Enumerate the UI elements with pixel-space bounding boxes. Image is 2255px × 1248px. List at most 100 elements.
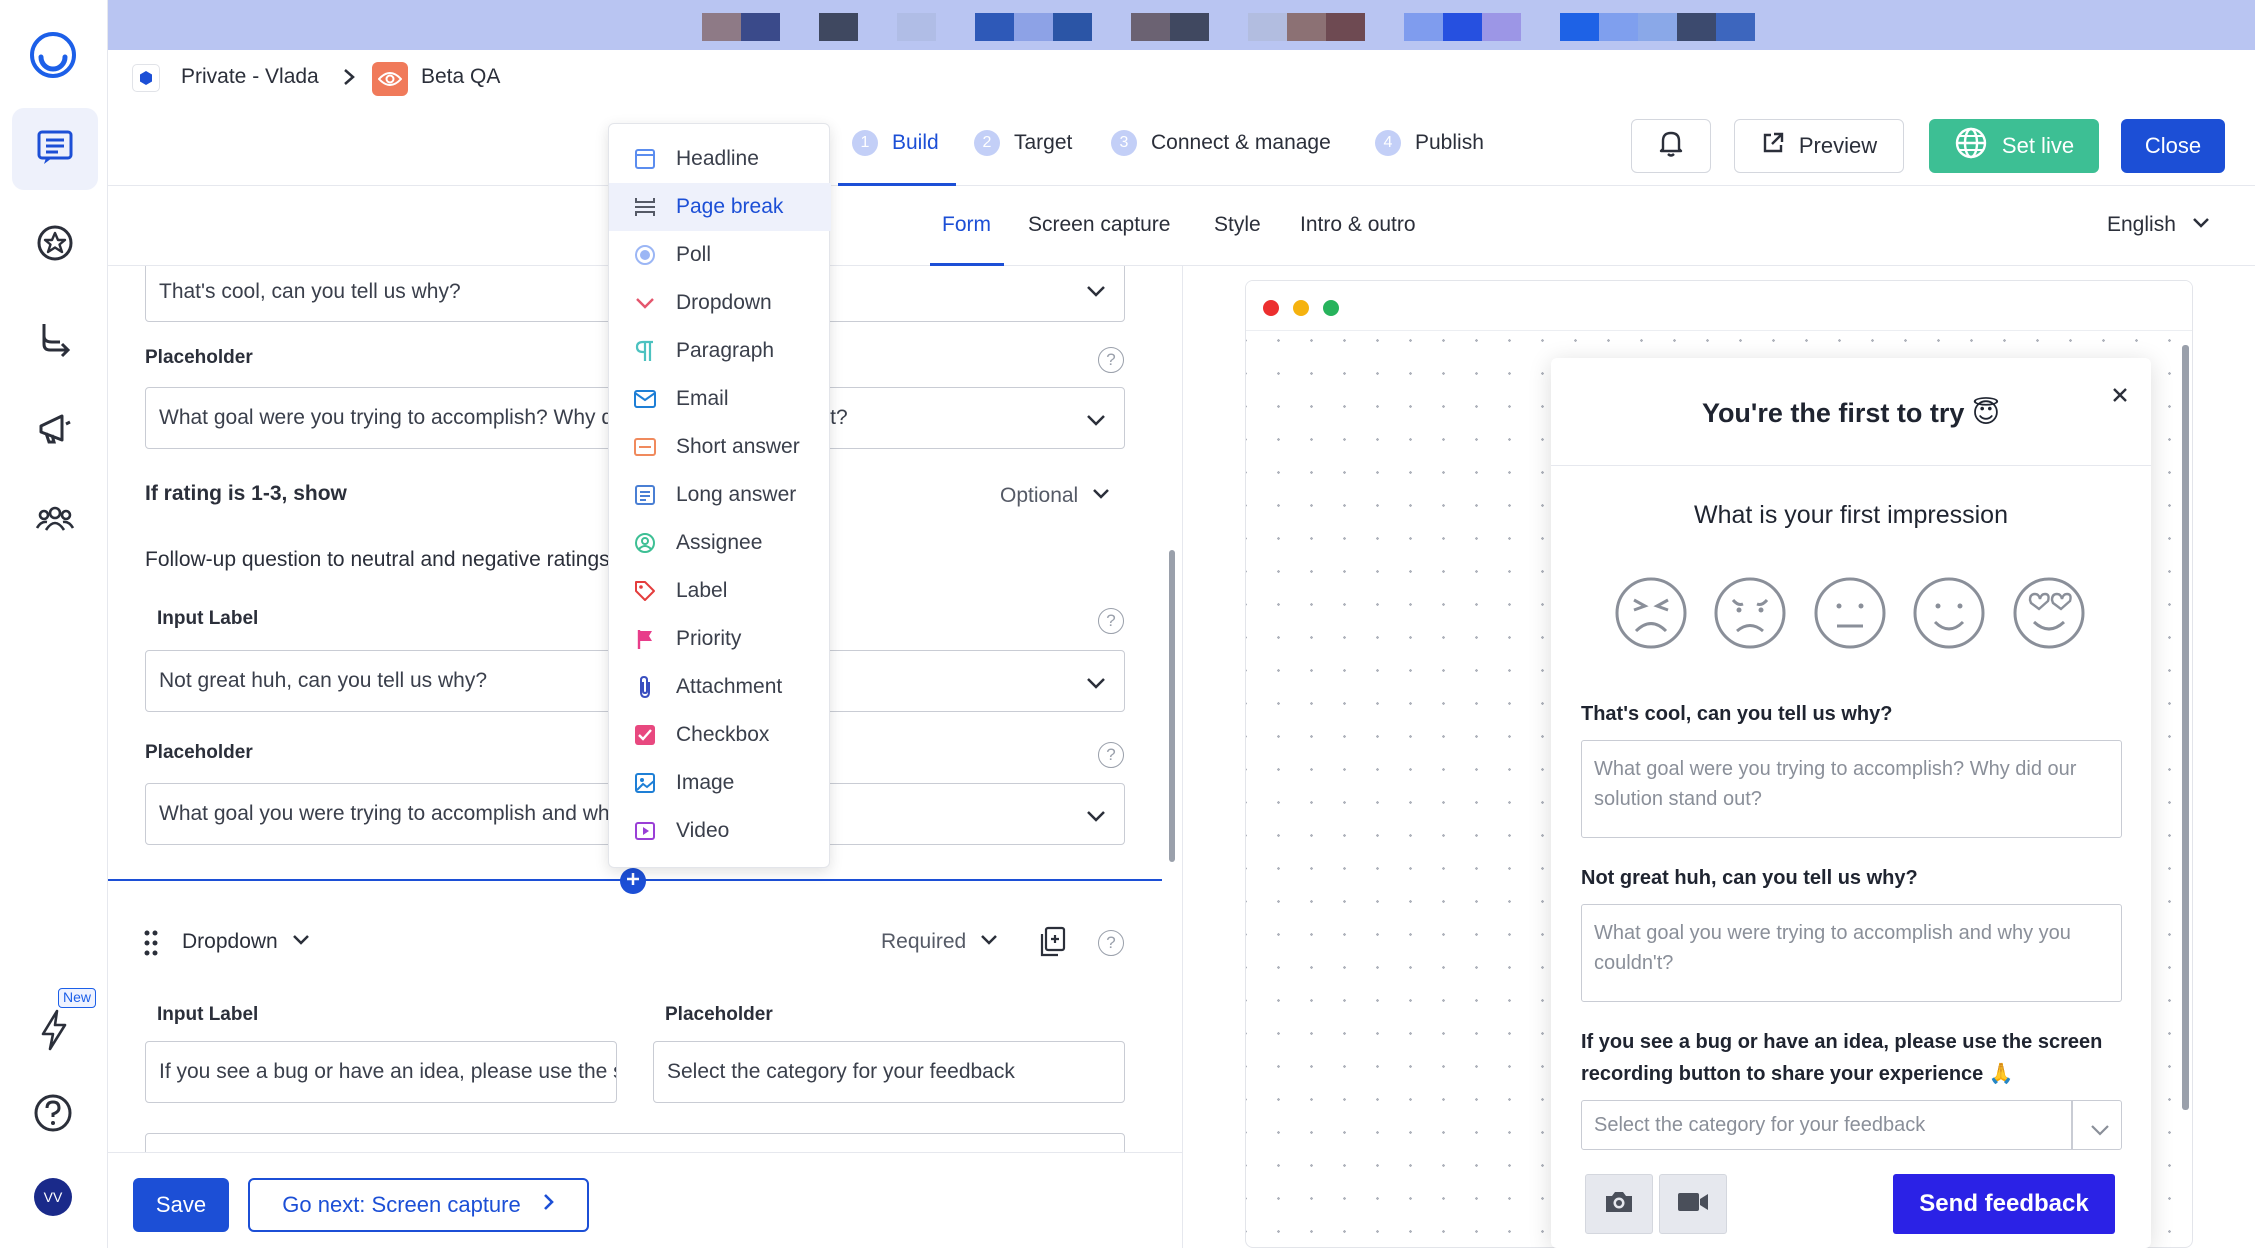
angry-face-icon[interactable]: [1614, 576, 1688, 650]
dropdown-input-label-field[interactable]: If you see a bug or have an idea, please…: [145, 1041, 617, 1103]
menu-item-label: Email: [676, 387, 729, 410]
menu-item-dropdown[interactable]: Dropdown: [609, 279, 831, 327]
menu-item-attachment[interactable]: Attachment: [609, 663, 831, 711]
window-minimize-dot: [1293, 300, 1309, 316]
menu-item-headline[interactable]: Headline: [609, 135, 831, 183]
set-live-button[interactable]: Set live: [1929, 119, 2099, 173]
menu-item-video[interactable]: Video: [609, 807, 831, 855]
optional-select[interactable]: Optional: [1000, 484, 1110, 508]
step-label: Build: [892, 131, 939, 154]
step-build[interactable]: 1 Build: [852, 130, 939, 156]
tab-screen-capture[interactable]: Screen capture: [1028, 213, 1170, 237]
sidebar-item-ratings[interactable]: [12, 204, 98, 286]
preview-pane: You're the first to try 😇 What is your f…: [1182, 266, 2255, 1248]
language-select[interactable]: English: [2107, 213, 2210, 237]
sidebar-item-announcements[interactable]: [12, 390, 98, 472]
breadcrumb-project[interactable]: Beta QA: [421, 65, 500, 89]
dropdown-icon: [633, 291, 657, 315]
help-icon[interactable]: [33, 1093, 73, 1133]
step-label: Connect & manage: [1151, 131, 1331, 154]
step-label: Publish: [1415, 131, 1484, 154]
step-target[interactable]: 2 Target: [974, 130, 1072, 156]
options-field[interactable]: [145, 1133, 1125, 1152]
routing-icon: [36, 320, 74, 363]
screenshot-button[interactable]: [1585, 1174, 1653, 1234]
sidebar-item-whats-new[interactable]: [36, 1008, 72, 1052]
step-connect[interactable]: 3 Connect & manage: [1111, 130, 1331, 156]
window-close-dot: [1263, 300, 1279, 316]
menu-item-priority[interactable]: Priority: [609, 615, 831, 663]
preview-scrollbar[interactable]: [2182, 345, 2189, 1110]
tab-form[interactable]: Form: [942, 213, 991, 237]
help-icon[interactable]: ?: [1098, 742, 1124, 768]
feedback-widget: You're the first to try 😇 What is your f…: [1551, 358, 2151, 1248]
menu-item-page-break[interactable]: Page break: [609, 183, 831, 231]
banner-swatch: [1443, 13, 1482, 41]
banner-swatch: [819, 13, 858, 41]
q2-textarea[interactable]: What goal you were trying to accomplish …: [1581, 904, 2122, 1002]
menu-item-assignee[interactable]: Assignee: [609, 519, 831, 567]
save-button[interactable]: Save: [133, 1178, 229, 1232]
close-button[interactable]: Close: [2121, 119, 2225, 173]
chevron-down-icon: [1086, 281, 1106, 305]
required-select[interactable]: Required: [881, 930, 998, 954]
chevron-down-icon: [2090, 1119, 2110, 1142]
sidebar-item-team[interactable]: [12, 480, 98, 562]
menu-item-checkbox[interactable]: Checkbox: [609, 711, 831, 759]
step-publish[interactable]: 4 Publish: [1375, 130, 1484, 156]
step-number: 4: [1375, 130, 1401, 156]
banner-swatch: [702, 13, 741, 41]
help-icon[interactable]: ?: [1098, 930, 1124, 956]
neutral-face-icon[interactable]: [1813, 576, 1887, 650]
breadcrumb-workspace[interactable]: Private - Vlada: [181, 65, 319, 89]
love-face-icon[interactable]: [2012, 576, 2086, 650]
scrollbar-thumb[interactable]: [1169, 550, 1175, 862]
placeholder-label: Placeholder: [145, 742, 253, 763]
help-icon[interactable]: ?: [1098, 608, 1124, 634]
send-feedback-button[interactable]: Send feedback: [1893, 1174, 2115, 1234]
widget-divider: [1551, 465, 2151, 466]
menu-item-long-answer[interactable]: Long answer: [609, 471, 831, 519]
app-logo[interactable]: [28, 30, 78, 80]
menu-item-poll[interactable]: Poll: [609, 231, 831, 279]
record-video-button[interactable]: [1659, 1174, 1727, 1234]
menu-item-short-answer[interactable]: Short answer: [609, 423, 831, 471]
field-value: Select the category for your feedback: [667, 1060, 1015, 1083]
notifications-button[interactable]: [1631, 119, 1711, 173]
add-field-button[interactable]: [620, 868, 646, 894]
required-label: Required: [881, 930, 967, 953]
dropdown-placeholder-field[interactable]: Select the category for your feedback: [653, 1041, 1125, 1103]
builder-tabs: Form Screen capture Style Intro & outro …: [108, 186, 2255, 266]
field-type-select[interactable]: Dropdown: [182, 930, 310, 954]
menu-item-paragraph[interactable]: Paragraph: [609, 327, 831, 375]
sidebar-item-routing[interactable]: [12, 300, 98, 382]
workspace-icon: [132, 64, 160, 92]
preview-button[interactable]: Preview: [1734, 119, 1904, 173]
go-next-label: Go next: Screen capture: [282, 1192, 521, 1217]
set-live-label: Set live: [2001, 133, 2075, 158]
editor-footer: Save Go next: Screen capture: [108, 1152, 1182, 1248]
q1-placeholder: What goal were you trying to accomplish?…: [1594, 758, 2077, 810]
step-number: 3: [1111, 130, 1137, 156]
chevron-down-icon: [292, 933, 310, 951]
menu-item-label: Poll: [676, 243, 712, 266]
drag-handle[interactable]: [144, 930, 158, 961]
go-next-button[interactable]: Go next: Screen capture: [248, 1178, 589, 1232]
chevron-right-icon: [543, 1192, 555, 1218]
avatar[interactable]: VV: [34, 1178, 72, 1216]
duplicate-icon[interactable]: [1038, 926, 1066, 963]
new-badge: New: [58, 988, 97, 1008]
sidebar-item-forms[interactable]: [12, 108, 98, 190]
tab-style[interactable]: Style: [1214, 213, 1261, 237]
menu-item-label[interactable]: Label: [609, 567, 831, 615]
menu-item-email[interactable]: Email: [609, 375, 831, 423]
happy-face-icon[interactable]: [1912, 576, 1986, 650]
banner-swatch: [1638, 13, 1677, 41]
sad-face-icon[interactable]: [1713, 576, 1787, 650]
q3-select[interactable]: Select the category for your feedback: [1581, 1100, 2122, 1150]
menu-item-image[interactable]: Image: [609, 759, 831, 807]
chevron-down-icon: [1086, 410, 1106, 434]
help-icon[interactable]: ?: [1098, 347, 1124, 373]
q1-textarea[interactable]: What goal were you trying to accomplish?…: [1581, 740, 2122, 838]
tab-intro-outro[interactable]: Intro & outro: [1300, 213, 1416, 237]
